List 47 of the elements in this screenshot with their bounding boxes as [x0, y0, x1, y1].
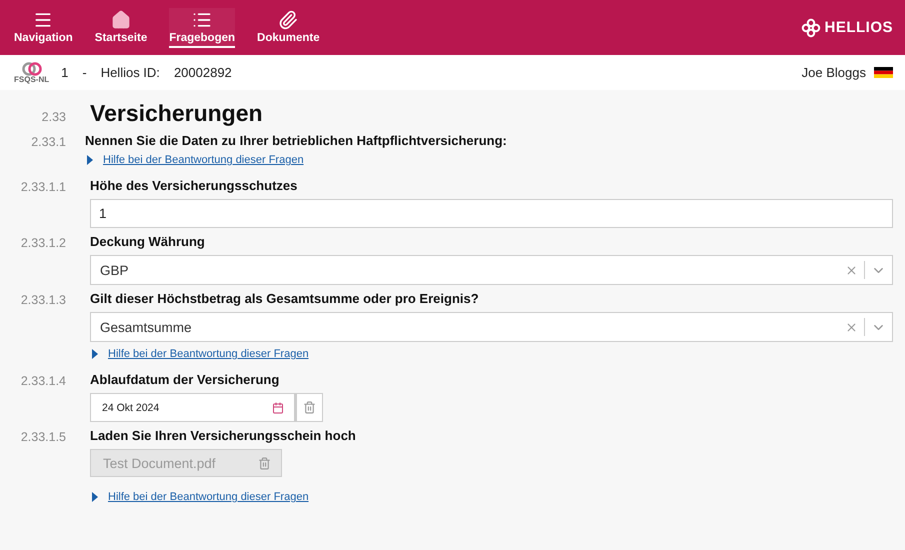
separator: -	[82, 65, 87, 80]
select-field[interactable]: GBP	[90, 255, 893, 285]
text-input[interactable]: 1	[90, 199, 893, 228]
nav-tab[interactable]: Navigation	[14, 8, 73, 48]
id-label: Hellios ID:	[100, 65, 160, 80]
question-label: Nennen Sie die Daten zu Ihrer betrieblichen Haftpflichtversicherung:	[85, 133, 508, 148]
question-number: 2.33.1.3	[20, 292, 66, 309]
brand-name: HELLIOS	[824, 19, 893, 36]
record-number: 1	[61, 65, 68, 80]
question-label: Ablaufdatum der Versicherung	[90, 372, 280, 387]
file-field: Test Document.pdf	[90, 449, 282, 477]
clear-icon[interactable]	[845, 264, 858, 276]
question-number: 2.33.1.4	[20, 373, 66, 390]
select-field[interactable]: Gesamtsumme	[90, 312, 893, 342]
help-link[interactable]: Hilfe bei der Beantwortung dieser Fragen	[108, 491, 309, 503]
nav-tab[interactable]: Fragebogen	[169, 8, 236, 48]
caret-icon	[92, 492, 98, 502]
clover-logo-icon	[801, 18, 822, 38]
calendar-icon[interactable]	[272, 402, 284, 414]
date-field[interactable]: 24 Okt 2024	[90, 393, 295, 422]
question-label: Laden Sie Ihren Versicherungsschein hoch	[90, 428, 357, 443]
caret-icon	[87, 155, 93, 165]
question-number: 2.33.1.1	[20, 179, 66, 196]
clear-icon[interactable]	[845, 320, 858, 334]
question-label: Höhe des Versicherungsschutzes	[90, 178, 298, 193]
question-label: Deckung Währung	[90, 234, 206, 249]
question-label: Gilt dieser Höchstbetrag als Gesamtsumme oder pro Ereignis?	[90, 291, 480, 306]
trash-icon[interactable]	[258, 456, 271, 470]
question-number: 2.33.1.2	[20, 235, 66, 252]
trash-icon	[303, 401, 316, 414]
nav-tab[interactable]: Startseite	[94, 8, 148, 48]
delete-button[interactable]	[295, 393, 323, 422]
user-name: Joe Bloggs	[802, 65, 866, 80]
flag-icon[interactable]	[874, 67, 893, 78]
caret-icon	[92, 349, 98, 359]
help-link[interactable]: Hilfe bei der Beantwortung dieser Fragen	[108, 348, 309, 360]
section-title: Versicherungen	[90, 100, 264, 127]
nav-tab[interactable]: Dokumente	[257, 8, 320, 48]
home-icon	[111, 10, 131, 30]
section-number: 2.33	[40, 109, 66, 126]
help-link[interactable]: Hilfe bei der Beantwortung dieser Fragen	[103, 154, 304, 166]
logo-text: FSQS-NL	[14, 76, 50, 84]
id-value: 20002892	[174, 65, 232, 80]
paperclip-icon	[278, 10, 298, 30]
question-number: 2.33.1	[30, 134, 66, 151]
rings-logo-icon	[20, 62, 43, 76]
question-number: 2.33.1.5	[20, 429, 66, 446]
